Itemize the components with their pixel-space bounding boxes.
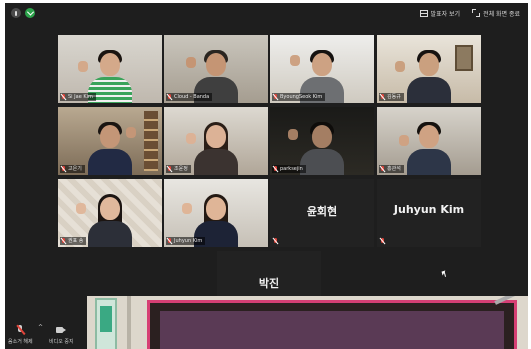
speaker-view-label: 발표자 보기: [430, 10, 461, 18]
audio-options-chevron-icon[interactable]: ^: [38, 324, 43, 331]
participant-video: [395, 47, 451, 103]
participant-tile[interactable]: 홍관석: [377, 107, 481, 175]
participant-video: [186, 119, 238, 175]
participant-video: [288, 119, 344, 175]
meeting-status: [11, 8, 35, 18]
mic-muted-icon: [380, 238, 385, 244]
exit-fullscreen-icon: [472, 9, 481, 17]
unmute-label: 음소거 해제: [8, 339, 33, 345]
participant-tile[interactable]: 권표 송: [58, 179, 162, 247]
shared-screen-pole: [127, 296, 131, 349]
mic-muted-icon: [380, 166, 385, 172]
participant-video: [399, 119, 451, 175]
participant-name: Cloud - Banda: [174, 94, 210, 100]
participant-tile-no-video[interactable]: 윤회현: [270, 179, 374, 247]
mic-muted-icon: [61, 94, 66, 100]
participant-name: 김동규: [387, 94, 401, 100]
participant-tile-no-video[interactable]: Juhyun Kim: [377, 179, 481, 247]
mouse-pointer-icon: [441, 270, 447, 276]
participant-name: parksejin: [280, 166, 303, 172]
participant-video: [76, 191, 132, 247]
participant-tile[interactable]: 조윤정: [164, 107, 268, 175]
participant-name: Si Jae Kim: [68, 94, 93, 100]
participant-display-name: 박진: [258, 277, 280, 290]
participant-name-tag: parksejin: [272, 165, 306, 173]
participant-name: 고은기: [68, 166, 82, 172]
participant-display-name: Juhyun Kim: [393, 203, 465, 216]
speaker-view-icon: [419, 9, 428, 17]
meeting-toolbar: 음소거 해제 ^ 비디오 중지: [5, 303, 87, 349]
exit-fullscreen-label: 전체 화면 종료: [483, 10, 520, 18]
speaker-view-button[interactable]: 발표자 보기: [418, 7, 463, 19]
participant-tile[interactable]: Si Jae Kim: [58, 35, 162, 103]
mic-muted-icon: [167, 166, 172, 172]
mic-muted-icon: [273, 94, 278, 100]
participant-name-tag: [379, 237, 388, 245]
participant-name-tag: [272, 237, 281, 245]
participant-tile[interactable]: Cloud - Banda: [164, 35, 268, 103]
shared-screen-frame: [147, 300, 517, 349]
active-speaker-tile[interactable]: 김동규: [377, 35, 481, 103]
participant-name: ByoungSeok Kim: [280, 94, 323, 100]
view-controls: 발표자 보기 전체 화면 종료: [418, 7, 522, 19]
unmute-button[interactable]: 음소거 해제: [8, 325, 33, 345]
participant-display-name: 윤회현: [306, 205, 338, 218]
mic-muted-icon: [61, 238, 66, 244]
participant-tile[interactable]: ByoungSeok Kim: [270, 35, 374, 103]
mic-muted-icon: [273, 238, 278, 244]
exit-fullscreen-button[interactable]: 전체 화면 종료: [470, 7, 522, 19]
participant-name-tag: Juhyun Kim: [166, 237, 206, 245]
participant-name: 권표 송: [68, 238, 84, 244]
participant-name-tag: 조윤정: [166, 165, 191, 173]
participant-name-tag: 권표 송: [60, 237, 87, 245]
info-icon[interactable]: [11, 8, 21, 18]
mic-muted-icon: [380, 94, 385, 100]
participant-name-tag: ByoungSeok Kim: [272, 93, 326, 101]
participant-tile[interactable]: 고은기: [58, 107, 162, 175]
stop-video-label: 비디오 중지: [49, 339, 74, 345]
participant-video: [88, 119, 136, 175]
participant-name: 홍관석: [387, 166, 401, 172]
video-camera-icon: [56, 325, 67, 335]
participant-tile[interactable]: parksejin: [270, 107, 374, 175]
top-bar: 발표자 보기 전체 화면 종료: [5, 3, 528, 25]
participant-name: Juhyun Kim: [174, 238, 203, 244]
participant-name-tag: 고은기: [60, 165, 85, 173]
mic-muted-icon: [15, 325, 25, 335]
stop-video-button[interactable]: 비디오 중지: [49, 325, 74, 345]
mic-muted-icon: [167, 94, 172, 100]
participant-name: 조윤정: [174, 166, 188, 172]
mic-muted-icon: [61, 166, 66, 172]
participant-name-tag: 김동규: [379, 93, 404, 101]
mic-muted-icon: [273, 166, 278, 172]
participant-tile[interactable]: Juhyun Kim: [164, 179, 268, 247]
mic-muted-icon: [167, 238, 172, 244]
shared-screen-door: [95, 298, 117, 349]
meeting-window: 발표자 보기 전체 화면 종료 Si Jae Kim Cloud - Banda…: [5, 3, 528, 349]
participant-name-tag: 홍관석: [379, 165, 404, 173]
shared-screen-thumbnail[interactable]: [87, 296, 528, 349]
participant-name-tag: Cloud - Banda: [166, 93, 213, 101]
security-shield-icon[interactable]: [25, 8, 35, 18]
participant-name-tag: Si Jae Kim: [60, 93, 96, 101]
